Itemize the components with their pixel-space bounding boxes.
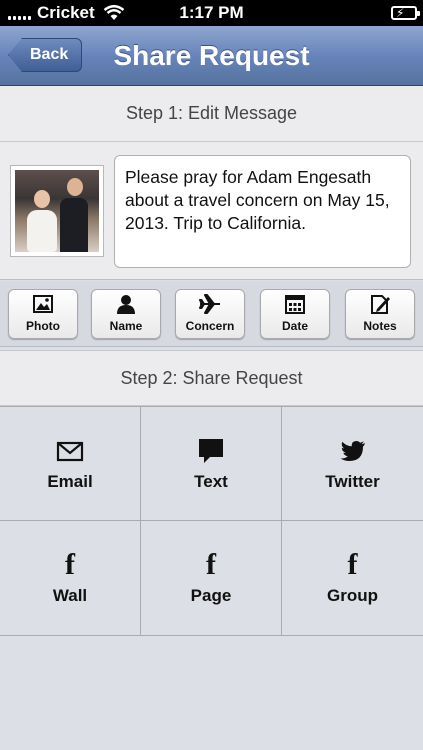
speech-bubble-icon: [199, 438, 223, 463]
facebook-icon: f: [347, 548, 358, 581]
share-group-label: Group: [327, 586, 378, 605]
step1-header: Step 1: Edit Message: [0, 86, 423, 142]
share-text-label: Text: [194, 471, 228, 491]
status-bar: Cricket 1:17 PM ⚡: [0, 0, 423, 26]
notes-button-label: Notes: [363, 319, 397, 333]
request-photo[interactable]: [10, 165, 104, 257]
share-wall-button[interactable]: f Wall: [0, 521, 141, 636]
envelope-icon: [56, 441, 84, 461]
date-button-label: Date: [281, 319, 308, 333]
twitter-bird-icon: [340, 440, 365, 461]
step2-header: Step 2: Share Request: [0, 350, 423, 406]
page-title: Share Request: [113, 39, 310, 71]
share-text-button[interactable]: Text: [141, 406, 282, 521]
concern-button-label: Concern: [185, 319, 235, 333]
notes-button[interactable]: Notes: [345, 289, 415, 339]
edit-toolbar: Photo Name Concern Date Notes: [0, 281, 423, 347]
share-wall-label: Wall: [52, 586, 88, 605]
battery-icon: ⚡: [391, 6, 420, 20]
share-page-label: Page: [190, 586, 232, 605]
share-twitter-label: Twitter: [325, 471, 380, 491]
back-button[interactable]: Back: [8, 38, 83, 72]
photo-button[interactable]: Photo: [8, 289, 78, 339]
share-email-button[interactable]: Email: [0, 406, 141, 521]
share-twitter-button[interactable]: Twitter: [282, 406, 423, 521]
person-icon: [117, 295, 135, 314]
photo-thumbnail: [15, 170, 99, 252]
share-group-button[interactable]: f Group: [282, 521, 423, 636]
notes-icon: [371, 295, 390, 314]
message-section: Please pray for Adam Engesath about a tr…: [0, 142, 423, 280]
share-email-label: Email: [47, 471, 93, 491]
share-page-button[interactable]: f Page: [141, 521, 282, 636]
share-grid: Email Text Twitter f Wall f Page f Group: [0, 406, 423, 636]
navigation-bar: Back Share Request: [0, 26, 423, 86]
message-textarea[interactable]: Please pray for Adam Engesath about a tr…: [114, 155, 411, 268]
concern-button[interactable]: Concern: [175, 289, 245, 339]
facebook-icon: f: [65, 548, 75, 581]
date-button[interactable]: Date: [260, 289, 330, 339]
airplane-icon: [199, 294, 220, 314]
name-button[interactable]: Name: [91, 289, 161, 339]
photo-icon: [33, 295, 53, 313]
status-time: 1:17 PM: [179, 3, 244, 22]
calendar-icon: [285, 295, 305, 314]
facebook-icon: f: [206, 548, 216, 581]
name-button-label: Name: [109, 319, 143, 333]
photo-button-label: Photo: [26, 319, 60, 333]
